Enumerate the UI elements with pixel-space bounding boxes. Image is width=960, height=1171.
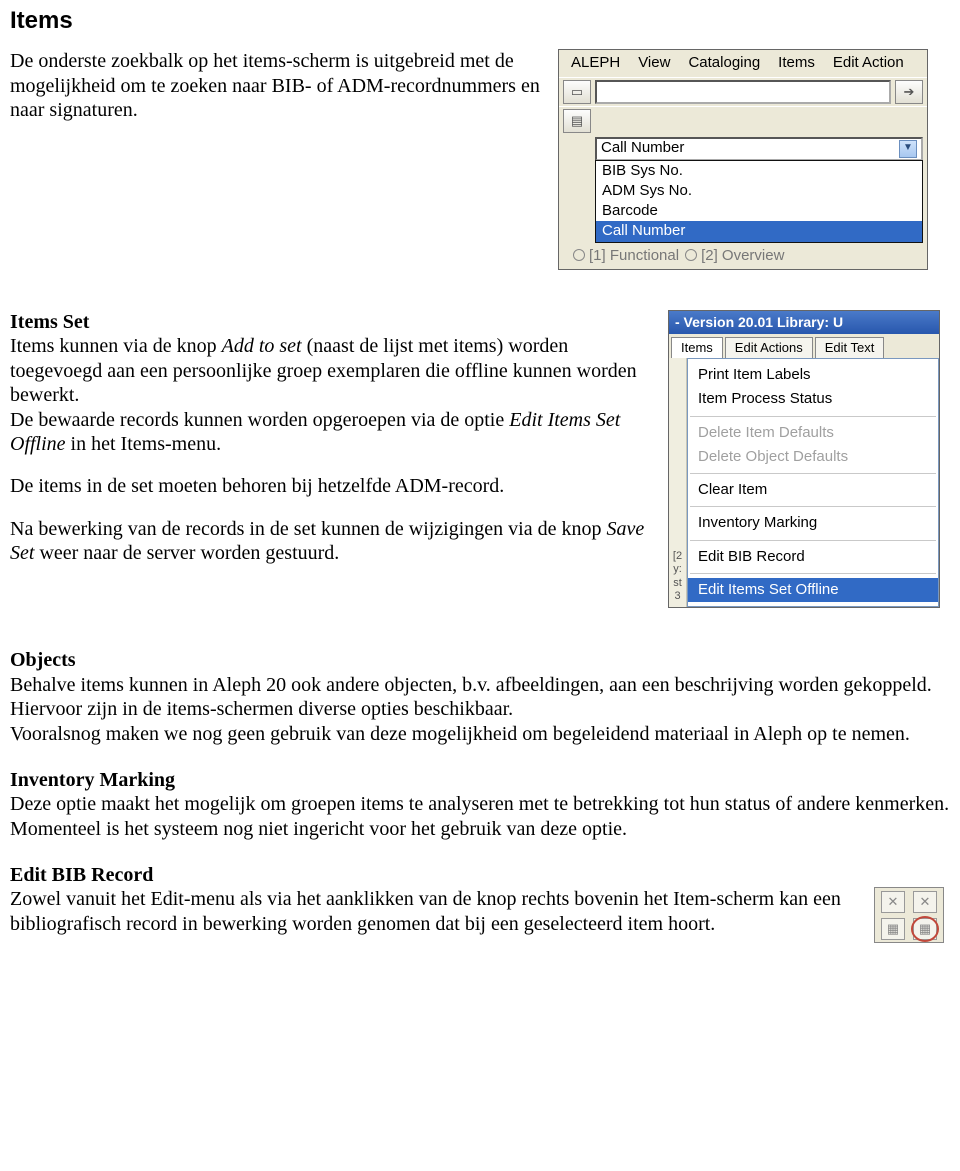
mi-edit-items-set-offline[interactable]: Edit Items Set Offline (688, 578, 938, 602)
search-type-combo[interactable]: Call Number ▼ BIB Sys No. ADM Sys No. Ba… (595, 137, 923, 243)
secondary-icon[interactable]: ▤ (563, 109, 591, 133)
option-call-number[interactable]: Call Number (596, 221, 922, 241)
edit-bib-button-highlighted[interactable]: ▦ (913, 918, 937, 940)
combo-dropdown: BIB Sys No. ADM Sys No. Barcode Call Num… (595, 160, 923, 243)
objects-p2: Vooralsnog maken we nog geen gebruik van… (10, 722, 950, 746)
combo-value: Call Number (601, 139, 684, 157)
tab-functional[interactable]: [1] Functional (573, 247, 679, 265)
inventory-p2: Momenteel is het systeem nog niet ingeri… (10, 817, 950, 841)
option-bib-sys-no[interactable]: BIB Sys No. (596, 161, 922, 181)
screenshot-toolbar-buttons: ✕ ✕ ▦ ▦ (874, 887, 944, 943)
editbib-p: Zowel vanuit het Edit-menu als via het a… (10, 887, 850, 936)
screenshot-search-toolbar: ALEPH View Cataloging Items Edit Action … (558, 49, 928, 270)
menu-cataloging[interactable]: Cataloging (680, 52, 768, 74)
tab-overview[interactable]: [2] Overview (685, 247, 784, 265)
go-arrow-icon[interactable]: ➔ (895, 80, 923, 104)
menu-separator (690, 473, 936, 474)
tab-edit-actions[interactable]: Edit Actions (725, 337, 813, 358)
menubar: ALEPH View Cataloging Items Edit Action (559, 50, 927, 76)
mi-clear-item[interactable]: Clear Item (688, 478, 938, 502)
menu-edit-action[interactable]: Edit Action (825, 52, 912, 74)
menu-separator (690, 573, 936, 574)
items-set-heading: Items Set (10, 310, 650, 334)
objects-heading: Objects (10, 648, 950, 672)
tab-items[interactable]: Items (671, 337, 723, 358)
mi-inventory-marking[interactable]: Inventory Marking (688, 511, 938, 535)
option-barcode[interactable]: Barcode (596, 201, 922, 221)
tab-edit-text[interactable]: Edit Text (815, 337, 885, 358)
mi-print-item-labels[interactable]: Print Item Labels (688, 363, 938, 387)
menu-items[interactable]: Items (770, 52, 823, 74)
menu-aleph[interactable]: ALEPH (563, 52, 628, 74)
inventory-heading: Inventory Marking (10, 768, 950, 792)
document-icon[interactable]: ▭ (563, 80, 591, 104)
screenshot-items-menu: - Version 20.01 Library: U Items Edit Ac… (668, 310, 940, 608)
view-tabs: [1] Functional [2] Overview (559, 243, 927, 269)
items-set-p1: Items kunnen via de knop Add to set (naa… (10, 334, 650, 407)
mi-delete-item-defaults: Delete Item Defaults (688, 421, 938, 445)
tab-row: Items Edit Actions Edit Text (669, 334, 939, 358)
mi-edit-bib-record[interactable]: Edit BIB Record (688, 545, 938, 569)
menu-separator (690, 540, 936, 541)
option-adm-sys-no[interactable]: ADM Sys No. (596, 181, 922, 201)
menu-separator (690, 506, 936, 507)
window-titlebar: - Version 20.01 Library: U (669, 311, 939, 334)
toolbar-icon-3[interactable]: ▦ (881, 918, 905, 940)
inventory-p1: Deze optie maakt het mogelijk om groepen… (10, 792, 950, 816)
items-set-p4: Na bewerking van de records in de set ku… (10, 517, 650, 566)
mi-item-process-status[interactable]: Item Process Status (688, 387, 938, 411)
objects-p1: Behalve items kunnen in Aleph 20 ook and… (10, 673, 950, 722)
mi-delete-object-defaults: Delete Object Defaults (688, 445, 938, 469)
items-set-p3: De items in de set moeten behoren bij he… (10, 474, 650, 498)
editbib-heading: Edit BIB Record (10, 863, 950, 887)
menu-view[interactable]: View (630, 52, 678, 74)
menu-separator (690, 416, 936, 417)
toolbar-icon-2[interactable]: ✕ (913, 891, 937, 913)
dropdown-menu: Print Item Labels Item Process Status De… (687, 358, 939, 607)
left-gutter: [2 y: st 3 (669, 358, 687, 607)
intro-paragraph: De onderste zoekbalk op het items-scherm… (10, 49, 540, 122)
items-set-p2: De bewaarde records kunnen worden opgero… (10, 408, 650, 457)
chevron-down-icon[interactable]: ▼ (899, 140, 917, 158)
toolbar-icon-1[interactable]: ✕ (881, 891, 905, 913)
page-title: Items (10, 6, 950, 35)
search-input[interactable] (595, 80, 891, 104)
